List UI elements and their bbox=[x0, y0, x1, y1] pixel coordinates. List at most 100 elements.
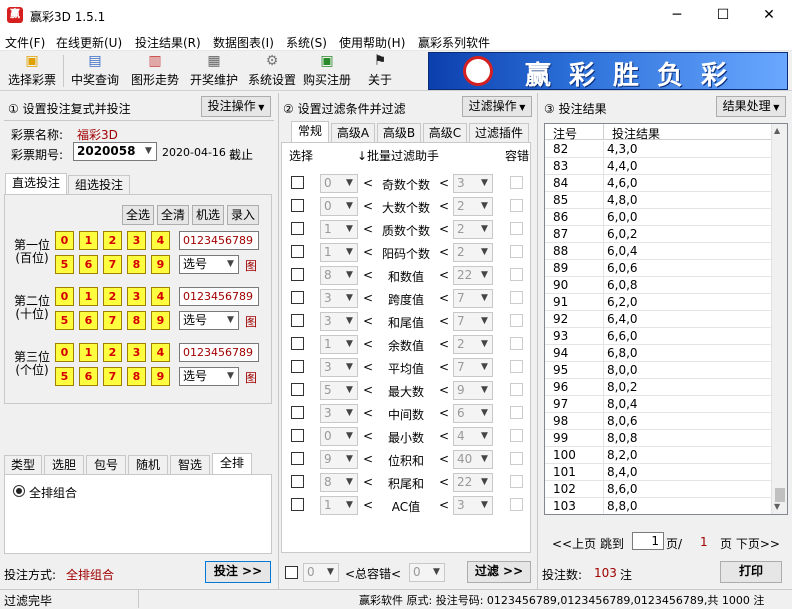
total-tol-max-select[interactable]: 0 ▼ bbox=[409, 563, 445, 582]
tolerance-checkbox[interactable] bbox=[510, 337, 523, 350]
digit-ball[interactable]: 2 bbox=[103, 343, 122, 362]
table-row[interactable]: 96 8,0,2 bbox=[545, 379, 771, 396]
filter-max-select[interactable]: 3 ▼ bbox=[453, 174, 493, 193]
table-row[interactable]: 92 6,4,0 bbox=[545, 311, 771, 328]
filter-min-select[interactable]: 1 ▼ bbox=[320, 335, 358, 354]
table-row[interactable]: 85 4,8,0 bbox=[545, 192, 771, 209]
digits-input[interactable]: 0123456789 bbox=[179, 287, 259, 306]
digit-ball[interactable]: 9 bbox=[151, 367, 170, 386]
result-scrollbar[interactable]: ▲ ▼ bbox=[771, 124, 787, 514]
digit-ball[interactable]: 3 bbox=[127, 287, 146, 306]
table-row[interactable]: 93 6,6,0 bbox=[545, 328, 771, 345]
system-settings-button[interactable]: ⚙ 系统设置 bbox=[245, 53, 299, 89]
menu-series[interactable]: 赢彩系列软件 bbox=[418, 34, 490, 51]
page-input[interactable]: 1 bbox=[632, 532, 664, 550]
next-page-link[interactable]: 页 下页>> bbox=[720, 535, 780, 552]
digit-ball[interactable]: 6 bbox=[79, 311, 98, 330]
tolerance-checkbox[interactable] bbox=[510, 268, 523, 281]
close-icon[interactable]: ✕ bbox=[746, 0, 792, 31]
digit-ball[interactable]: 9 bbox=[151, 255, 170, 274]
digit-ball[interactable]: 7 bbox=[103, 311, 122, 330]
maximize-icon[interactable]: ☐ bbox=[700, 0, 746, 31]
menu-results[interactable]: 投注结果(R) bbox=[135, 34, 201, 51]
table-row[interactable]: 86 6,0,0 bbox=[545, 209, 771, 226]
filter-min-select[interactable]: 0 ▼ bbox=[320, 174, 358, 193]
filter-checkbox[interactable] bbox=[291, 452, 304, 465]
filter-checkbox[interactable] bbox=[291, 199, 304, 212]
tab-normal[interactable]: 常规 bbox=[291, 121, 329, 143]
filter-max-select[interactable]: 7 ▼ bbox=[453, 289, 493, 308]
digit-ball[interactable]: 8 bbox=[127, 367, 146, 386]
filter-checkbox[interactable] bbox=[291, 360, 304, 373]
table-row[interactable]: 101 8,4,0 bbox=[545, 464, 771, 481]
tab-direct[interactable]: 直选投注 bbox=[5, 173, 67, 195]
filter-min-select[interactable]: 0 ▼ bbox=[320, 197, 358, 216]
prize-query-button[interactable]: ▤ 中奖查询 bbox=[67, 53, 123, 89]
tolerance-checkbox[interactable] bbox=[510, 360, 523, 373]
menu-help[interactable]: 使用帮助(H) bbox=[339, 34, 405, 51]
minimize-icon[interactable]: ─ bbox=[654, 0, 700, 31]
filter-max-select[interactable]: 2 ▼ bbox=[453, 335, 493, 354]
filter-checkbox[interactable] bbox=[291, 268, 304, 281]
period-select[interactable]: 2020058 ▼ bbox=[73, 142, 157, 161]
clear-all-button[interactable]: 全清 bbox=[157, 205, 189, 225]
tolerance-checkbox[interactable] bbox=[510, 314, 523, 327]
tab-adv-b[interactable]: 高级B bbox=[377, 123, 421, 143]
filter-max-select[interactable]: 22 ▼ bbox=[453, 473, 493, 492]
menu-update[interactable]: 在线更新(U) bbox=[56, 34, 122, 51]
digit-ball[interactable]: 9 bbox=[151, 311, 170, 330]
digit-ball[interactable]: 5 bbox=[55, 367, 74, 386]
filter-max-select[interactable]: 9 ▼ bbox=[453, 381, 493, 400]
digit-ball[interactable]: 5 bbox=[55, 311, 74, 330]
tolerance-checkbox[interactable] bbox=[510, 406, 523, 419]
filter-max-select[interactable]: 6 ▼ bbox=[453, 404, 493, 423]
tab-smart[interactable]: 智选 bbox=[170, 455, 210, 475]
table-row[interactable]: 102 8,6,0 bbox=[545, 481, 771, 498]
digit-ball[interactable]: 8 bbox=[127, 311, 146, 330]
digit-ball[interactable]: 8 bbox=[127, 255, 146, 274]
random-pick-button[interactable]: 机选 bbox=[192, 205, 224, 225]
tab-type[interactable]: 类型 bbox=[4, 455, 42, 475]
tolerance-checkbox[interactable] bbox=[510, 452, 523, 465]
table-row[interactable]: 82 4,3,0 bbox=[545, 141, 771, 158]
table-row[interactable]: 89 6,0,6 bbox=[545, 260, 771, 277]
digits-input[interactable]: 0123456789 bbox=[179, 343, 259, 362]
table-row[interactable]: 83 4,4,0 bbox=[545, 158, 771, 175]
filter-max-select[interactable]: 7 ▼ bbox=[453, 358, 493, 377]
table-row[interactable]: 91 6,2,0 bbox=[545, 294, 771, 311]
total-tol-min-select[interactable]: 0 ▼ bbox=[303, 563, 339, 582]
scroll-thumb[interactable] bbox=[775, 488, 785, 502]
filter-ops-button[interactable]: 过滤操作 bbox=[462, 96, 532, 117]
filter-checkbox[interactable] bbox=[291, 291, 304, 304]
menu-file[interactable]: 文件(F) bbox=[5, 34, 45, 51]
select-lottery-button[interactable]: ▣ 选择彩票 bbox=[5, 53, 59, 89]
filter-min-select[interactable]: 3 ▼ bbox=[320, 312, 358, 331]
menu-charts[interactable]: 数据图表(I) bbox=[213, 34, 274, 51]
digit-ball[interactable]: 4 bbox=[151, 343, 170, 362]
table-row[interactable]: 97 8,0,4 bbox=[545, 396, 771, 413]
digit-ball[interactable]: 5 bbox=[55, 255, 74, 274]
filter-min-select[interactable]: 3 ▼ bbox=[320, 358, 358, 377]
digit-ball[interactable]: 0 bbox=[55, 287, 74, 306]
tab-adv-c[interactable]: 高级C bbox=[423, 123, 467, 143]
table-row[interactable]: 103 8,8,0 bbox=[545, 498, 771, 514]
digits-input[interactable]: 0123456789 bbox=[179, 231, 259, 250]
filter-min-select[interactable]: 8 ▼ bbox=[320, 266, 358, 285]
filter-min-select[interactable]: 8 ▼ bbox=[320, 473, 358, 492]
digit-ball[interactable]: 0 bbox=[55, 231, 74, 250]
tab-plugins[interactable]: 过滤插件 bbox=[469, 123, 529, 143]
digit-ball[interactable]: 3 bbox=[127, 231, 146, 250]
filter-min-select[interactable]: 1 ▼ bbox=[320, 496, 358, 515]
select-all-button[interactable]: 全选 bbox=[122, 205, 154, 225]
scroll-down-icon[interactable]: ▼ bbox=[774, 502, 780, 511]
bet-ops-button[interactable]: 投注操作 bbox=[201, 96, 271, 117]
tab-adv-a[interactable]: 高级A bbox=[331, 123, 375, 143]
table-row[interactable]: 100 8,2,0 bbox=[545, 447, 771, 464]
radio-full[interactable] bbox=[13, 485, 25, 497]
filter-max-select[interactable]: 3 ▼ bbox=[453, 496, 493, 515]
tab-random[interactable]: 随机 bbox=[128, 455, 168, 475]
table-row[interactable]: 87 6,0,2 bbox=[545, 226, 771, 243]
filter-checkbox[interactable] bbox=[291, 429, 304, 442]
table-row[interactable]: 88 6,0,4 bbox=[545, 243, 771, 260]
bet-button[interactable]: 投注 >> bbox=[205, 561, 271, 583]
